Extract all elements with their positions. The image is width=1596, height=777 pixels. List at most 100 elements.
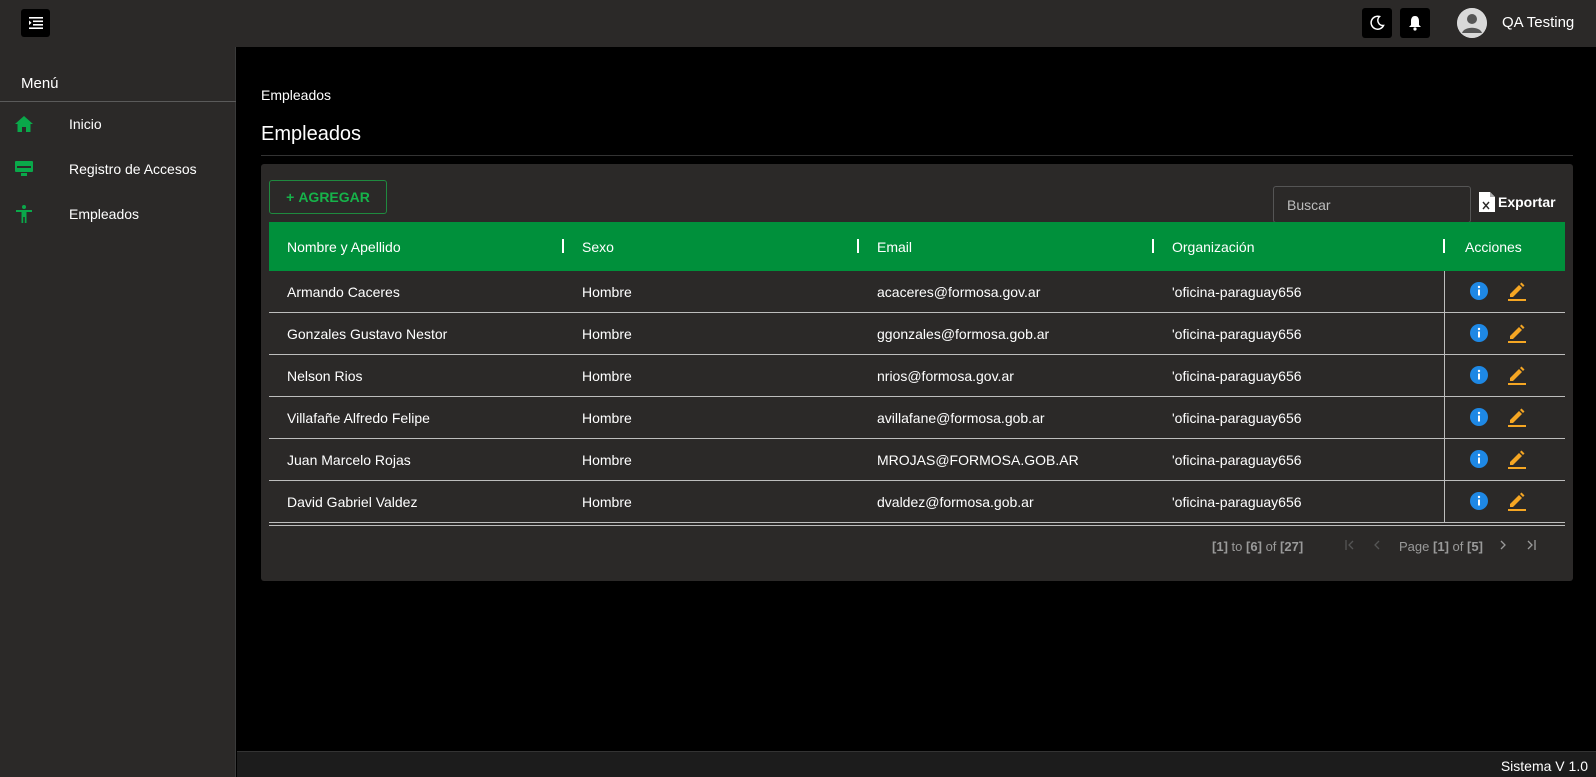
column-resize-handle[interactable] <box>562 239 564 253</box>
sidebar-item-registro-accesos[interactable]: Registro de Accesos <box>0 149 236 189</box>
column-header-organizacion[interactable]: Organización <box>1172 222 1255 271</box>
pagination-summary: [1] to [6] of [27] <box>1212 539 1304 554</box>
add-employee-button[interactable]: + AGREGAR <box>269 180 387 214</box>
edit-icon[interactable] <box>1507 449 1527 469</box>
info-icon[interactable] <box>1470 408 1488 426</box>
bell-icon <box>1409 16 1421 31</box>
cell-email: acaceres@formosa.gov.ar <box>877 284 1041 300</box>
cell-nombre: Juan Marcelo Rojas <box>287 452 411 468</box>
moon-icon <box>1370 15 1385 30</box>
cell-sexo: Hombre <box>582 452 632 468</box>
accessibility-icon <box>14 204 34 224</box>
actions-column-border <box>1444 271 1445 312</box>
column-resize-handle[interactable] <box>1152 239 1154 253</box>
actions-column-border <box>1444 481 1445 522</box>
cell-organizacion: 'oficina-paraguay656 <box>1172 284 1302 300</box>
export-button[interactable]: Exportar <box>1479 192 1556 212</box>
cell-sexo: Hombre <box>582 284 632 300</box>
title-divider <box>261 155 1573 156</box>
notifications-button[interactable] <box>1400 8 1430 38</box>
cell-organizacion: 'oficina-paraguay656 <box>1172 368 1302 384</box>
cell-nombre: Armando Caceres <box>287 284 400 300</box>
sidebar-item-label: Inicio <box>69 116 102 132</box>
last-page-icon <box>1527 540 1536 550</box>
sidebar-item-label: Registro de Accesos <box>69 161 197 177</box>
sidebar-item-label: Empleados <box>69 206 140 222</box>
column-header-email[interactable]: Email <box>877 222 912 271</box>
export-label: Exportar <box>1498 194 1556 210</box>
table-body: Armando Caceres Hombre acaceres@formosa.go… <box>269 271 1565 523</box>
column-header-acciones: Acciones <box>1465 238 1522 255</box>
menu-list-icon <box>28 17 43 29</box>
employees-table: Nombre y Apellido Sexo Email Organizació… <box>269 222 1565 526</box>
column-resize-handle[interactable] <box>857 239 859 253</box>
table-row[interactable]: Armando Caceres Hombre acaceres@formosa.go… <box>269 271 1565 313</box>
sidebar-divider <box>0 101 236 102</box>
cell-email: dvaldez@formosa.gob.ar <box>877 494 1034 510</box>
first-page-icon <box>1345 540 1354 550</box>
next-page-button[interactable] <box>1496 538 1510 552</box>
cell-organizacion: 'oficina-paraguay656 <box>1172 452 1302 468</box>
info-icon[interactable] <box>1470 366 1488 384</box>
sidebar-title: Menú <box>21 75 59 92</box>
dark-mode-toggle-button[interactable] <box>1362 8 1392 38</box>
version-label: Sistema V 1.0 <box>1500 758 1588 774</box>
footer: Sistema V 1.0 <box>237 751 1596 777</box>
home-icon <box>14 114 34 134</box>
table-bottom-border <box>269 523 1565 526</box>
employees-card: + AGREGAR Exportar Nombre y Apellido Sex… <box>261 164 1573 581</box>
pagination-page-info: Page [1] of [5] <box>1399 539 1483 554</box>
user-icon <box>1457 8 1487 38</box>
chevron-right-icon <box>1500 540 1506 550</box>
edit-icon[interactable] <box>1507 491 1527 511</box>
actions-column-border <box>1444 313 1445 354</box>
column-resize-handle[interactable] <box>1443 239 1445 253</box>
cell-sexo: Hombre <box>582 410 632 426</box>
chevron-left-icon <box>1374 540 1380 550</box>
actions-column-border <box>1444 355 1445 396</box>
info-icon[interactable] <box>1470 282 1488 300</box>
previous-page-button[interactable] <box>1370 538 1384 552</box>
avatar[interactable] <box>1457 8 1487 38</box>
add-button-label: AGREGAR <box>298 189 370 205</box>
cell-nombre: Nelson Rios <box>287 368 363 384</box>
edit-icon[interactable] <box>1507 365 1527 385</box>
cell-email: MROJAS@FORMOSA.GOB.AR <box>877 452 1079 468</box>
column-header-sexo[interactable]: Sexo <box>582 222 614 271</box>
info-icon[interactable] <box>1470 324 1488 342</box>
monitor-icon <box>14 159 34 179</box>
cell-nombre: David Gabriel Valdez <box>287 494 418 510</box>
cell-sexo: Hombre <box>582 368 632 384</box>
first-page-button[interactable] <box>1344 538 1358 552</box>
info-icon[interactable] <box>1470 492 1488 510</box>
edit-icon[interactable] <box>1507 407 1527 427</box>
cell-organizacion: 'oficina-paraguay656 <box>1172 410 1302 426</box>
table-row[interactable]: Juan Marcelo Rojas Hombre MROJAS@FORMOSA.G… <box>269 439 1565 481</box>
table-row[interactable]: Nelson Rios Hombre nrios@formosa.gov.ar 'of… <box>269 355 1565 397</box>
cell-sexo: Hombre <box>582 326 632 342</box>
page-title: Empleados <box>261 123 362 145</box>
cell-organizacion: 'oficina-paraguay656 <box>1172 326 1302 342</box>
cell-sexo: Hombre <box>582 494 632 510</box>
table-row[interactable]: Gonzales Gustavo Nestor Hombre ggonzales@f… <box>269 313 1565 355</box>
excel-file-icon <box>1479 192 1495 212</box>
cell-nombre: Gonzales Gustavo Nestor <box>287 326 448 342</box>
plus-icon: + <box>286 189 295 205</box>
table-header: Nombre y Apellido Sexo Email Organizació… <box>269 222 1565 271</box>
info-icon[interactable] <box>1470 450 1488 468</box>
menu-toggle-button[interactable] <box>21 9 50 37</box>
sidebar-item-inicio[interactable]: Inicio <box>0 104 236 144</box>
last-page-button[interactable] <box>1523 538 1537 552</box>
edit-icon[interactable] <box>1507 281 1527 301</box>
edit-icon[interactable] <box>1507 323 1527 343</box>
cell-organizacion: 'oficina-paraguay656 <box>1172 494 1302 510</box>
sidebar: Menú Inicio Registro de Accesos Empleado… <box>0 47 236 777</box>
search-input[interactable] <box>1273 186 1471 223</box>
sidebar-item-empleados[interactable]: Empleados <box>0 194 236 234</box>
user-name[interactable]: QA Testing <box>1502 14 1574 31</box>
column-header-nombre[interactable]: Nombre y Apellido <box>287 222 401 271</box>
table-row[interactable]: Villafañe Alfredo Felipe Hombre avillafane… <box>269 397 1565 439</box>
breadcrumb: Empleados <box>261 87 332 103</box>
actions-column-border <box>1444 439 1445 480</box>
table-row[interactable]: David Gabriel Valdez Hombre dvaldez@formos… <box>269 481 1565 523</box>
